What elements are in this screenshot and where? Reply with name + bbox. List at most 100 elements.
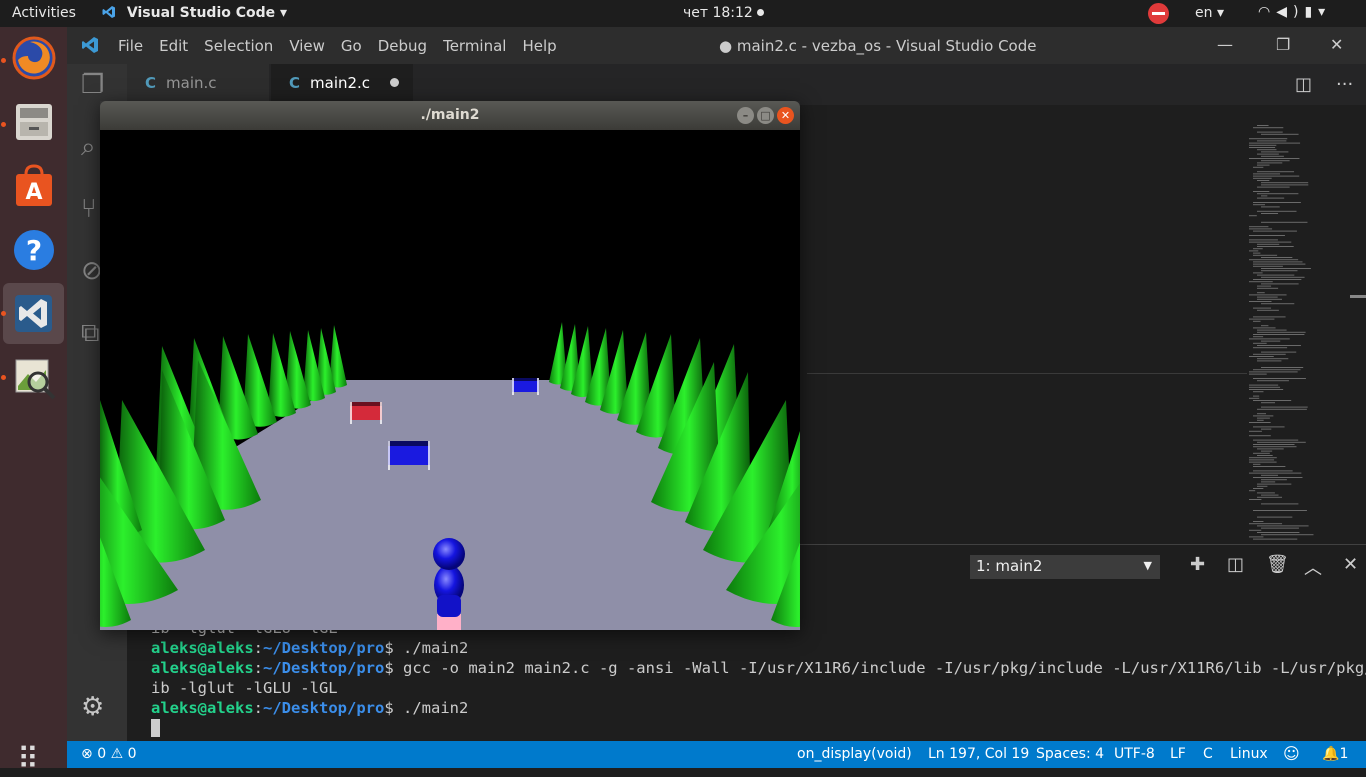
tab-main2-c[interactable]: Cmain2.c (271, 64, 413, 105)
os-indicator[interactable]: Linux (1230, 746, 1268, 762)
minimap-line (1249, 384, 1279, 386)
show-applications-icon[interactable]: ⠿ (17, 745, 39, 775)
current-line-highlight (807, 373, 1247, 374)
minimap-line (1253, 177, 1272, 179)
minimize-button[interactable]: — (1217, 35, 1233, 54)
minimap-line (1249, 138, 1288, 140)
firefox-icon[interactable] (10, 34, 58, 82)
minimap-line (1257, 345, 1301, 346)
split-terminal-icon[interactable]: ◫ (1227, 554, 1244, 575)
app-name: Visual Studio Code (126, 5, 276, 21)
minimap-line (1253, 263, 1306, 265)
minimap-line (1261, 155, 1284, 157)
close-button[interactable]: ✕ (1330, 35, 1343, 54)
line-ending[interactable]: LF (1170, 746, 1186, 762)
svg-text:A: A (25, 180, 42, 205)
minimap-line (1249, 373, 1267, 375)
minimap-line (1257, 153, 1279, 155)
minimap[interactable] (1245, 105, 1355, 545)
activities-button[interactable]: Activities (12, 5, 76, 21)
feedback-smiley-icon[interactable]: ☺ (1283, 744, 1300, 763)
minimap-line (1253, 272, 1263, 274)
files-icon[interactable] (10, 98, 58, 146)
minimap-line (1249, 281, 1273, 283)
glut-maximize-button[interactable]: □ (757, 107, 774, 124)
minimap-line (1261, 270, 1298, 272)
source-control-icon[interactable]: ⑂ (81, 194, 97, 224)
minimap-line (1253, 415, 1274, 417)
menu-selection[interactable]: Selection (204, 37, 273, 55)
minimap-line (1257, 516, 1293, 518)
maximize-panel-icon[interactable]: ︿ (1304, 554, 1322, 580)
menu-debug[interactable]: Debug (378, 37, 427, 55)
menu-go[interactable]: Go (341, 37, 362, 55)
minimap-line (1249, 250, 1259, 252)
kill-terminal-icon[interactable]: 🗑 (1266, 554, 1289, 575)
new-terminal-icon[interactable]: ✚ (1190, 554, 1205, 575)
minimap-line (1253, 521, 1264, 522)
minimap-line (1257, 329, 1287, 331)
tab-main-c[interactable]: Cmain.c (127, 64, 269, 105)
restore-button[interactable]: ❐ (1276, 35, 1290, 54)
system-menu[interactable]: ◠◀)▮▾ (1258, 4, 1331, 20)
glut-close-button[interactable]: ✕ (777, 107, 794, 124)
status-bar: ⊗ 0 ⚠ 0 on_display(void) Ln 197, Col 19 … (67, 741, 1366, 768)
glut-minimize-button[interactable]: – (737, 107, 754, 124)
do-not-disturb-icon[interactable] (1148, 3, 1169, 24)
ubuntu-dock: A ? ⠿ (0, 27, 67, 775)
minimap-line (1253, 378, 1306, 379)
software-center-icon[interactable]: A (10, 162, 58, 210)
clock[interactable]: чет 18:12 (683, 5, 764, 21)
player-character (433, 538, 465, 630)
language-indicator[interactable]: en ▾ (1195, 5, 1224, 21)
menu-view[interactable]: View (289, 37, 325, 55)
bell-icon: 🔔 (1322, 746, 1340, 762)
menu-terminal[interactable]: Terminal (443, 37, 506, 55)
menu-file[interactable]: File (118, 37, 143, 55)
minimap-line (1249, 301, 1272, 302)
glut-window[interactable]: ./main2 – □ ✕ (100, 101, 800, 630)
glut-titlebar[interactable]: ./main2 – □ ✕ (100, 101, 800, 130)
warning-icon: ⚠ (110, 746, 124, 762)
more-actions-icon[interactable]: ··· (1336, 74, 1353, 95)
search-icon[interactable]: ⌕ (81, 132, 96, 163)
cursor-position[interactable]: Ln 197, Col 19 (928, 746, 1029, 762)
app-menu[interactable]: Visual Studio Code ▾ (102, 5, 287, 21)
settings-gear-icon[interactable]: ⚙ (81, 692, 104, 722)
minimap-line (1261, 213, 1279, 214)
encoding[interactable]: UTF-8 (1114, 746, 1155, 762)
menu-help[interactable]: Help (522, 37, 556, 55)
help-icon[interactable]: ? (10, 226, 58, 274)
close-panel-icon[interactable]: ✕ (1343, 554, 1358, 575)
explorer-icon[interactable]: ❐ (81, 70, 104, 100)
minimap-line (1257, 149, 1277, 151)
minimap-line (1261, 340, 1281, 342)
ubuntu-top-bar: Activities Visual Studio Code ▾ чет 18:1… (0, 0, 1366, 27)
minimap-line (1253, 446, 1297, 448)
minimap-line (1249, 499, 1262, 500)
minimap-line (1257, 496, 1283, 498)
minimap-line (1257, 197, 1285, 199)
minimap-line (1257, 171, 1295, 173)
terminal-select[interactable]: 1: main2 ▼ (970, 555, 1160, 579)
editor-tabs: Cmain.c Cmain2.c ◫ ··· (127, 64, 1366, 105)
split-editor-icon[interactable]: ◫ (1295, 74, 1312, 95)
indentation[interactable]: Spaces: 4 (1036, 746, 1104, 762)
problems-indicator[interactable]: ⊗ 0 ⚠ 0 (81, 746, 137, 762)
menu-edit[interactable]: Edit (159, 37, 188, 55)
editor-scrollbar[interactable] (1350, 295, 1366, 298)
extensions-icon[interactable]: ⧉ (81, 318, 100, 349)
current-function[interactable]: on_display(void) (797, 746, 912, 762)
minimap-line (1261, 206, 1280, 208)
minimap-line (1253, 444, 1295, 445)
minimap-line (1257, 180, 1270, 181)
vscode-dock-icon[interactable] (3, 283, 64, 344)
modified-dot-icon[interactable] (390, 78, 399, 87)
notifications[interactable]: 🔔1 (1322, 746, 1348, 762)
game-viewport[interactable] (100, 130, 800, 630)
minimap-line (1257, 125, 1269, 126)
minimap-line (1257, 380, 1289, 382)
language-mode[interactable]: C (1203, 746, 1213, 762)
image-viewer-icon[interactable] (10, 354, 58, 402)
minimap-line (1249, 338, 1290, 340)
